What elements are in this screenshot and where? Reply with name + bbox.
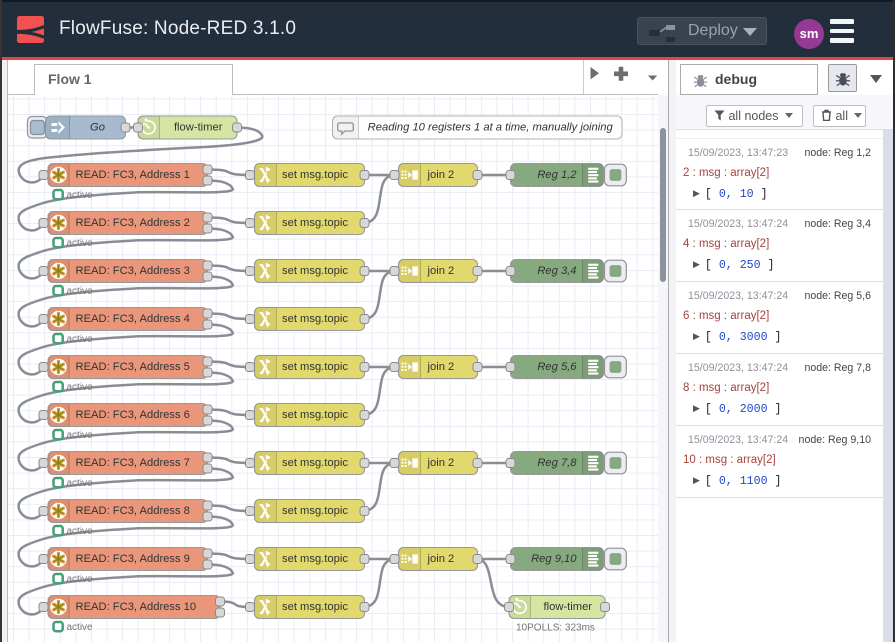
svg-text:active: active xyxy=(67,382,94,393)
svg-text:set msg.topic: set msg.topic xyxy=(282,601,348,613)
svg-text:Reg 1,2: Reg 1,2 xyxy=(537,169,577,181)
svg-text:READ: FC3, Address 4: READ: FC3, Address 4 xyxy=(76,313,190,325)
svg-text:Reg 9,10: Reg 9,10 xyxy=(531,553,577,565)
svg-text:active: active xyxy=(67,190,94,201)
svg-text:set msg.topic: set msg.topic xyxy=(282,313,348,325)
svg-text:READ: FC3, Address 8: READ: FC3, Address 8 xyxy=(76,505,190,517)
svg-text:Reg 5,6: Reg 5,6 xyxy=(537,361,577,373)
svg-text:active: active xyxy=(67,430,94,441)
svg-text:set msg.topic: set msg.topic xyxy=(282,361,348,373)
svg-text:join 2: join 2 xyxy=(427,457,455,469)
svg-text:flow-timer: flow-timer xyxy=(544,601,593,613)
svg-text:active: active xyxy=(67,286,94,297)
svg-text:READ: FC3, Address 10: READ: FC3, Address 10 xyxy=(76,601,197,613)
svg-text:set msg.topic: set msg.topic xyxy=(282,553,348,565)
svg-text:set msg.topic: set msg.topic xyxy=(282,409,348,421)
svg-text:Go: Go xyxy=(90,122,105,134)
svg-text:READ: FC3, Address 7: READ: FC3, Address 7 xyxy=(76,457,190,469)
svg-text:Reading 10 registers 1 at a ti: Reading 10 registers 1 at a time, manual… xyxy=(368,122,614,134)
svg-text:active: active xyxy=(67,574,94,585)
svg-text:set msg.topic: set msg.topic xyxy=(282,457,348,469)
svg-text:join 2: join 2 xyxy=(427,553,455,565)
svg-text:Reg 7,8: Reg 7,8 xyxy=(537,457,577,469)
svg-text:set msg.topic: set msg.topic xyxy=(282,505,348,517)
svg-text:Reg 3,4: Reg 3,4 xyxy=(537,265,576,277)
svg-text:join 2: join 2 xyxy=(427,361,455,373)
svg-text:READ: FC3, Address 6: READ: FC3, Address 6 xyxy=(76,409,190,421)
svg-text:READ: FC3, Address 2: READ: FC3, Address 2 xyxy=(76,217,190,229)
svg-text:flow-timer: flow-timer xyxy=(174,122,223,134)
svg-text:active: active xyxy=(67,622,94,633)
svg-text:READ: FC3, Address 5: READ: FC3, Address 5 xyxy=(76,361,190,373)
svg-text:join 2: join 2 xyxy=(427,265,455,277)
svg-text:active: active xyxy=(67,238,94,249)
svg-text:set msg.topic: set msg.topic xyxy=(282,169,348,181)
svg-text:set msg.topic: set msg.topic xyxy=(282,217,348,229)
svg-text:READ: FC3, Address 3: READ: FC3, Address 3 xyxy=(76,265,190,277)
svg-text:active: active xyxy=(67,334,94,345)
svg-text:active: active xyxy=(67,526,94,537)
svg-text:set msg.topic: set msg.topic xyxy=(282,265,348,277)
svg-text:active: active xyxy=(67,478,94,489)
svg-text:READ: FC3, Address 9: READ: FC3, Address 9 xyxy=(76,553,190,565)
svg-text:READ: FC3, Address 1: READ: FC3, Address 1 xyxy=(76,169,190,181)
svg-text:join 2: join 2 xyxy=(427,169,455,181)
svg-text:10POLLS: 323ms: 10POLLS: 323ms xyxy=(516,623,595,634)
